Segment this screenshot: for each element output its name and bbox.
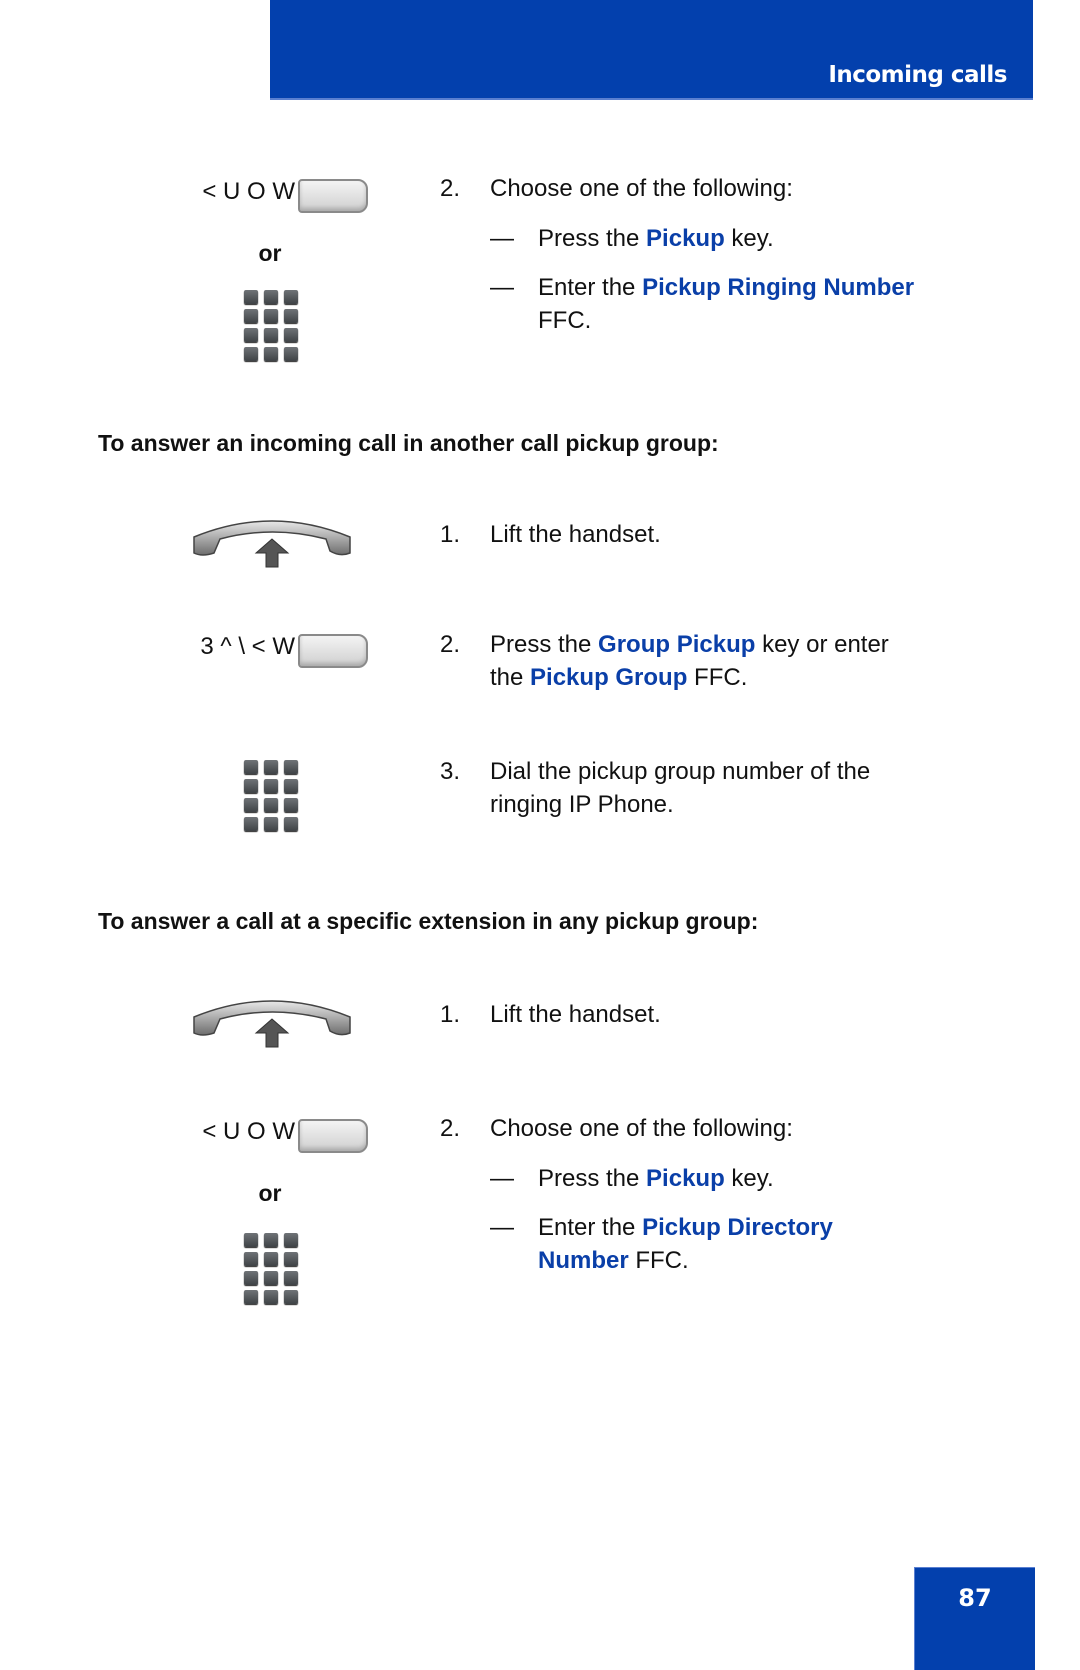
lift-handset-icon: [193, 1000, 351, 1048]
step-text: Dial the pickup group number of the ringi…: [490, 758, 871, 818]
pickup-key-label: < U O W: [202, 178, 295, 205]
option-dash: —: [490, 274, 514, 301]
step-text: Lift the handset.: [490, 521, 661, 548]
option-press-pickup: Press the Pickup key.: [538, 1165, 774, 1192]
softkey-button-icon: [298, 179, 368, 213]
pickup-key-ref: Pickup: [646, 225, 725, 252]
option-dash: —: [490, 1214, 514, 1241]
section-heading: To answer an incoming call in another ca…: [98, 430, 719, 456]
step-number: 2.: [440, 631, 461, 658]
option-dash: —: [490, 225, 514, 252]
step-text: Choose one of the following:: [490, 175, 793, 202]
step-number: 2.: [440, 1115, 461, 1142]
step-text: Lift the handset.: [490, 1001, 661, 1028]
page-number: 87: [958, 1584, 992, 1612]
option-enter-ffc: Enter the Pickup Ringing Number FFC.: [538, 274, 915, 334]
page-number-box: 87: [914, 1567, 1035, 1670]
dialpad-icon: [244, 290, 298, 361]
pickup-key-ref: Pickup: [646, 1165, 725, 1192]
pickup-directory-number-ref: Pickup Directory: [642, 1214, 833, 1241]
pickup-ringing-number-ref: Pickup Ringing Number: [642, 274, 915, 301]
step-number: 1.: [440, 1001, 461, 1028]
option-press-pickup: Press the Pickup key.: [538, 225, 774, 252]
softkey-button-icon: [298, 1119, 368, 1153]
or-label: or: [258, 240, 282, 266]
dialpad-icon: [244, 1233, 298, 1304]
option-enter-ffc: Enter the Pickup Directory Number FFC.: [538, 1214, 833, 1274]
step-text: Choose one of the following:: [490, 1115, 793, 1142]
pickup-key-label: < U O W: [202, 1118, 295, 1145]
chapter-header: Incoming calls: [270, 0, 1033, 100]
step-text-group-pickup: Press the Group Pickup key or enter the P…: [490, 631, 889, 691]
dialpad-icon: [244, 760, 298, 831]
chapter-title: Incoming calls: [828, 62, 1007, 88]
section-heading: To answer a call at a specific extension…: [98, 908, 759, 934]
option-dash: —: [490, 1165, 514, 1192]
step-number: 2.: [440, 175, 461, 202]
step-number: 3.: [440, 758, 461, 785]
group-pickup-key-label: 3 ^ \ < W: [200, 633, 295, 660]
pickup-group-ffc-ref: Pickup Group: [530, 664, 688, 691]
step-number: 1.: [440, 521, 461, 548]
softkey-button-icon: [298, 634, 368, 668]
group-pickup-key-ref: Group Pickup: [598, 631, 756, 658]
lift-handset-icon: [193, 520, 351, 568]
or-label: or: [258, 1180, 282, 1206]
